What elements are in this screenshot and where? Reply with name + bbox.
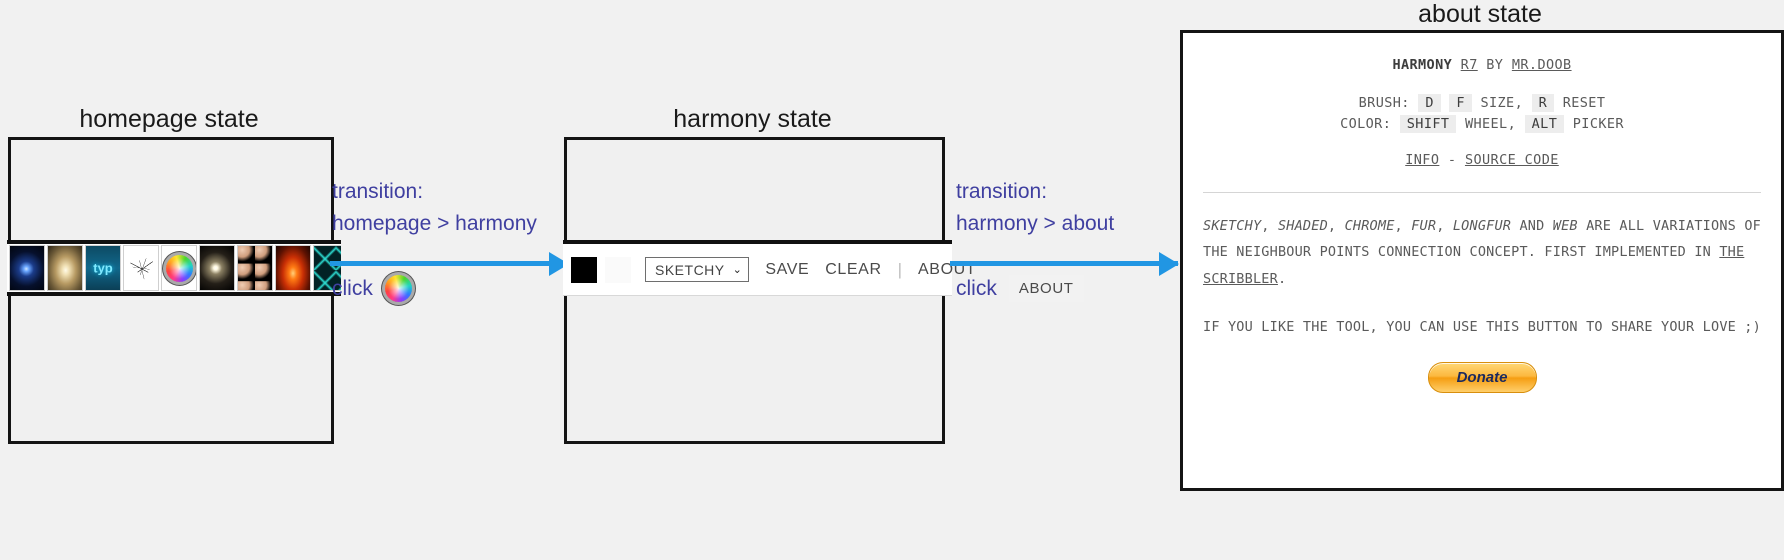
links-dash: - <box>1447 152 1457 168</box>
thumb-wireframe[interactable] <box>123 245 159 291</box>
about-brush-shortcut-row: BRUSH: D F SIZE, R RESET <box>1201 94 1763 112</box>
thumb-white-glow[interactable] <box>199 245 235 291</box>
harmony-app-frame: SKETCHY ⌄ SAVE CLEAR | ABOUT <box>563 137 976 444</box>
about-links-row: INFO - SOURCE CODE <box>1201 152 1763 168</box>
source-code-link[interactable]: SOURCE CODE <box>1465 152 1559 168</box>
transition-2-line-1: transition: <box>956 180 1048 203</box>
about-paragraph-1: SKETCHY, SHADED, CHROME, FUR, LONGFUR AN… <box>1203 213 1763 292</box>
donate-button[interactable]: Donate <box>1427 362 1537 394</box>
brush-name-sketchy: SKETCHY <box>1203 218 1262 234</box>
p1-and: AND <box>1511 218 1553 234</box>
background-color-swatch[interactable] <box>605 256 631 283</box>
about-state-title: about state <box>1418 0 1542 28</box>
key-alt: ALT <box>1524 115 1565 133</box>
key-shift: SHIFT <box>1399 115 1457 133</box>
about-app-name: HARMONY <box>1392 57 1453 73</box>
transition-1-line-2: homepage > harmony <box>332 212 537 235</box>
chevron-down-icon: ⌄ <box>732 264 743 276</box>
about-author-link[interactable]: MR.DOOB <box>1512 57 1572 73</box>
about-paragraph-2: IF YOU LIKE THE TOOL, YOU CAN USE THIS B… <box>1203 318 1761 335</box>
color-picker-text: PICKER <box>1572 116 1624 132</box>
transition-2-line-2: harmony > about <box>956 212 1115 235</box>
thumb-fire[interactable] <box>275 245 311 291</box>
brush-select[interactable]: SKETCHY ⌄ <box>645 257 750 282</box>
p1-sep-1: , <box>1261 218 1278 234</box>
brush-name-fur: FUR <box>1411 218 1437 234</box>
color-wheel-icon <box>165 254 193 282</box>
homepage-thumbnail-strip[interactable] <box>7 240 341 296</box>
about-color-shortcut-row: COLOR: SHIFT WHEEL, ALT PICKER <box>1201 115 1763 133</box>
harmony-state-title: harmony state <box>673 105 832 133</box>
transition-2-click-label: click <box>956 276 997 300</box>
transition-1-arrow <box>330 261 568 266</box>
about-header-line: HARMONY R7 BY MR.DOOB <box>1201 57 1763 73</box>
donate-area: Donate <box>1201 362 1763 394</box>
toolbar-divider: | <box>897 259 903 279</box>
harmony-toolbar: SKETCHY ⌄ SAVE CLEAR | ABOUT <box>563 240 976 296</box>
p1-sep-2: , <box>1327 218 1345 234</box>
brush-select-value: SKETCHY <box>655 261 725 278</box>
brush-size-text: SIZE, <box>1480 95 1524 111</box>
key-f: F <box>1449 94 1472 112</box>
transition-1-line-1: transition: <box>332 180 424 203</box>
transition-1-click-group: click <box>332 275 412 302</box>
color-shortcut-label: COLOR: <box>1340 116 1392 132</box>
about-panel-frame: HARMONY R7 BY MR.DOOB BRUSH: D F SIZE, R… <box>1180 30 1784 491</box>
diagram-canvas: homepage state transition: homepage > ha… <box>0 0 1784 560</box>
brush-name-shaded: SHADED <box>1277 218 1328 234</box>
p1-sep-3: , <box>1394 218 1412 234</box>
about-by-label: BY <box>1486 57 1504 73</box>
thumb-harmony-colorwheel[interactable] <box>161 245 197 291</box>
homepage-browser-frame <box>7 137 341 444</box>
info-link[interactable]: INFO <box>1405 152 1439 168</box>
brush-name-web: WEB <box>1552 218 1578 234</box>
about-panel-content: HARMONY R7 BY MR.DOOB BRUSH: D F SIZE, R… <box>1183 33 1781 488</box>
color-wheel-icon[interactable] <box>384 275 412 302</box>
transition-2-arrow <box>950 261 1178 266</box>
foreground-color-swatch[interactable] <box>571 256 597 283</box>
thumb-typ[interactable] <box>85 245 121 291</box>
save-button[interactable]: SAVE <box>765 261 809 279</box>
p1-period: . <box>1277 270 1287 287</box>
about-button-chip[interactable]: ABOUT <box>1008 275 1084 302</box>
brush-reset-text: RESET <box>1562 95 1606 111</box>
thumb-gold-fractal[interactable] <box>47 245 83 291</box>
key-r: R <box>1531 94 1555 112</box>
brush-shortcut-label: BRUSH: <box>1358 95 1410 111</box>
clear-button[interactable]: CLEAR <box>825 261 881 279</box>
thumb-blue-glow[interactable] <box>9 245 45 291</box>
key-d: D <box>1418 94 1441 112</box>
p1-sep-4: , <box>1436 218 1453 234</box>
about-version-link[interactable]: R7 <box>1461 57 1478 73</box>
transition-2-click-group: click ABOUT <box>956 275 1084 302</box>
color-wheel-text: WHEEL, <box>1464 116 1517 132</box>
brush-name-longfur: LONGFUR <box>1452 218 1512 234</box>
about-divider <box>1203 192 1761 193</box>
transition-1-click-label: click <box>332 276 373 300</box>
about-body-text: SKETCHY, SHADED, CHROME, FUR, LONGFUR AN… <box>1201 213 1763 340</box>
homepage-state-title: homepage state <box>79 105 259 133</box>
brush-name-chrome: CHROME <box>1344 218 1395 234</box>
thumb-spheres[interactable] <box>237 245 273 291</box>
